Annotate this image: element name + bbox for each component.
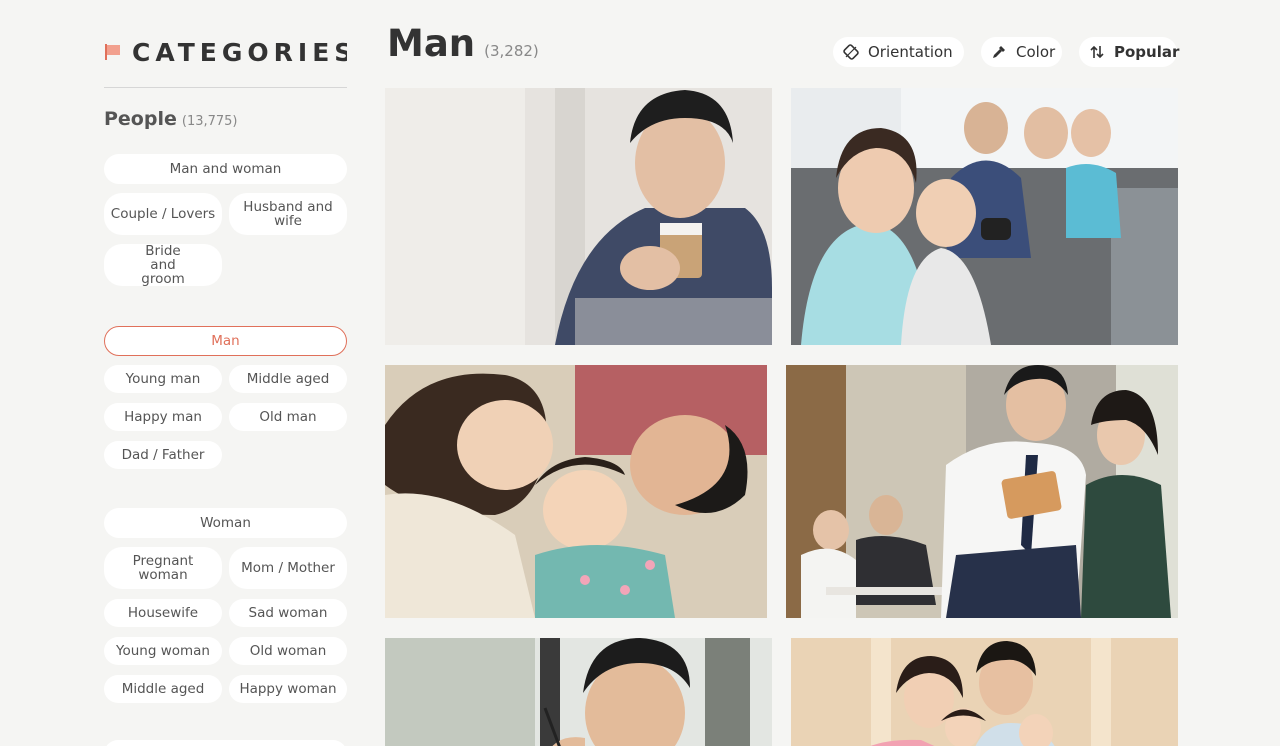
category-next-group[interactable] <box>104 740 347 746</box>
section-title[interactable]: People <box>104 108 177 130</box>
category-couple-lovers[interactable]: Couple / Lovers <box>104 193 222 235</box>
photo-man-holding-coffee[interactable] <box>385 88 772 345</box>
eyedropper-icon <box>991 44 1007 60</box>
category-dad-father[interactable]: Dad / Father <box>104 441 222 469</box>
category-bride-and-groom[interactable]: Bride and groom <box>104 244 222 286</box>
sort-label: Popular <box>1114 43 1180 61</box>
category-mom-mother[interactable]: Mom / Mother <box>229 547 347 589</box>
flag-icon <box>104 43 122 61</box>
section-header-people: People (13,775) <box>104 108 238 130</box>
sort-button[interactable]: Popular <box>1079 37 1180 67</box>
category-old-woman[interactable]: Old woman <box>229 637 347 665</box>
orientation-icon <box>843 44 859 60</box>
category-young-man[interactable]: Young man <box>104 365 222 393</box>
category-middle-aged-woman[interactable]: Middle aged <box>104 675 222 703</box>
categories-header: CATEGORIES <box>104 36 347 68</box>
category-woman[interactable]: Woman <box>104 508 347 538</box>
color-filter-button[interactable]: Color <box>981 37 1062 67</box>
photo-family-portrait[interactable] <box>791 638 1178 746</box>
category-happy-man[interactable]: Happy man <box>104 403 222 431</box>
category-sad-woman[interactable]: Sad woman <box>229 599 347 627</box>
result-count: (3,282) <box>484 42 539 60</box>
color-label: Color <box>1016 43 1056 61</box>
photo-young-man-smiling[interactable] <box>385 638 772 746</box>
sort-icon <box>1089 44 1105 60</box>
categories-title: CATEGORIES <box>132 37 347 67</box>
category-happy-woman[interactable]: Happy woman <box>229 675 347 703</box>
orientation-filter-button[interactable]: Orientation <box>833 37 964 67</box>
section-count: (13,775) <box>181 114 238 129</box>
category-pregnant-woman[interactable]: Pregnant woman <box>104 547 222 589</box>
page-title: Man <box>387 22 476 65</box>
photo-family-lying-on-floor[interactable] <box>385 365 767 618</box>
photo-business-meeting[interactable] <box>786 365 1178 618</box>
photo-family-playing-games[interactable] <box>791 88 1178 345</box>
category-man-and-woman[interactable]: Man and woman <box>104 154 347 184</box>
orientation-label: Orientation <box>868 43 953 61</box>
category-man[interactable]: Man <box>104 326 347 356</box>
category-young-woman[interactable]: Young woman <box>104 637 222 665</box>
sidebar: CATEGORIES People (13,775) Man and woman… <box>104 0 347 746</box>
category-housewife[interactable]: Housewife <box>104 599 222 627</box>
category-middle-aged-man[interactable]: Middle aged <box>229 365 347 393</box>
divider <box>104 87 347 88</box>
category-old-man[interactable]: Old man <box>229 403 347 431</box>
category-husband-and-wife[interactable]: Husband and wife <box>229 193 347 235</box>
page-header: Man (3,282) <box>387 22 539 65</box>
